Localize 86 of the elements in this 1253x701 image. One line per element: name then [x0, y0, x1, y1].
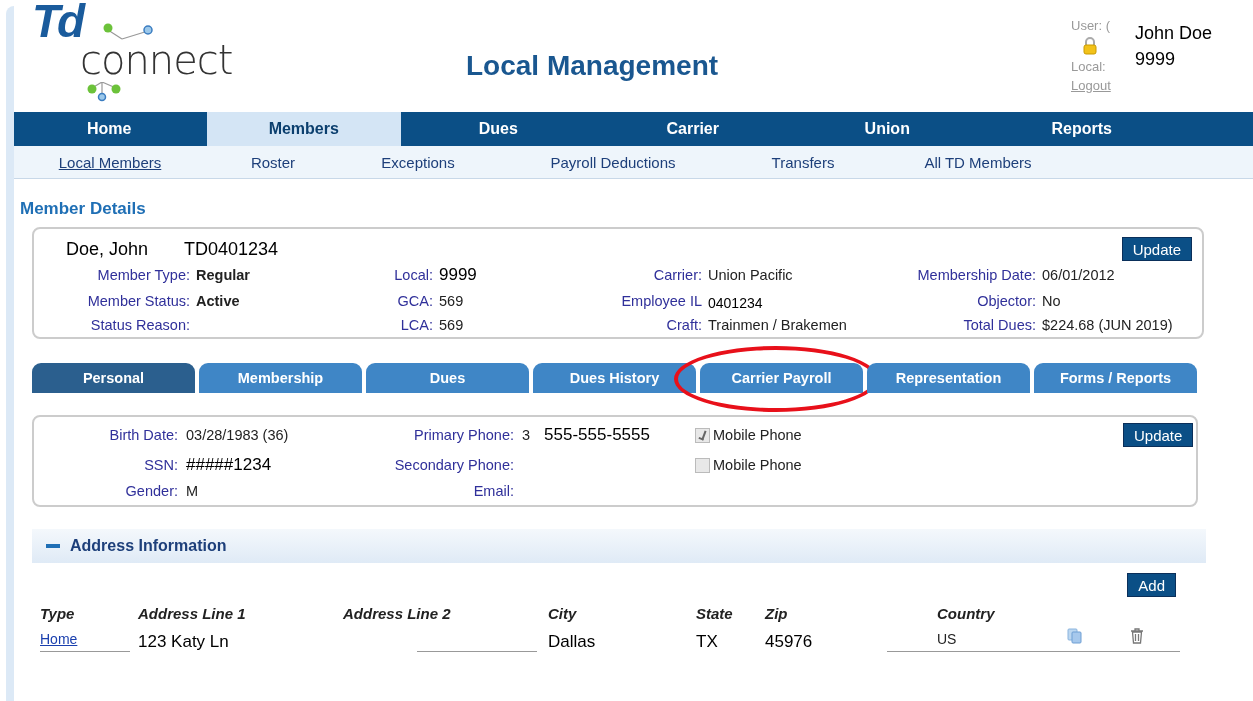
subnav-link[interactable]: Roster — [208, 146, 338, 178]
field-value: Union Pacific — [708, 267, 794, 283]
field-value: 3 — [522, 427, 531, 443]
table-cell: US — [887, 631, 1067, 652]
table-cell-text: 123 Katy Ln — [138, 632, 230, 652]
field-value: Active — [196, 293, 241, 309]
tab[interactable]: Dues — [366, 363, 529, 393]
page-title: Local Management — [466, 50, 720, 82]
subnav-link[interactable]: Transfers — [728, 146, 878, 178]
field-label: Local: — [393, 267, 433, 283]
field-label: GCA: — [396, 293, 433, 309]
field-label: Email: — [472, 483, 514, 499]
field-value: 06/01/2012 — [1042, 267, 1116, 283]
field-label: Status Reason: — [89, 317, 190, 333]
field-label: Primary Phone: — [413, 427, 514, 443]
field-label: Member Type: — [96, 267, 190, 283]
field-value: #####1234 — [186, 455, 273, 475]
nav-tab[interactable]: Home — [12, 112, 207, 146]
field-value: Regular — [196, 267, 251, 283]
subnav-link[interactable]: Local Members — [12, 146, 208, 178]
lock-icon — [1083, 37, 1097, 55]
checkbox-label: Mobile Phone — [713, 427, 802, 443]
field-label: Objector: — [976, 293, 1036, 309]
checkbox[interactable] — [695, 457, 710, 473]
tab[interactable]: Personal — [32, 363, 195, 393]
logo-text: Td — [32, 0, 83, 44]
add-button[interactable]: Add — [1127, 573, 1176, 597]
copy-icon[interactable] — [1067, 628, 1083, 644]
field-label: Secondary Phone: — [393, 457, 514, 473]
field-value: $224.68 (JUN 2019) — [1042, 317, 1174, 333]
field-label: Total Dues: — [962, 317, 1036, 333]
update-button[interactable]: Update — [1121, 237, 1192, 261]
field-label: Carrier: — [652, 267, 702, 283]
nav-tab[interactable]: Union — [790, 112, 985, 146]
field-label: Member Status: — [86, 293, 190, 309]
subnav-link[interactable]: All TD Members — [878, 146, 1078, 178]
field-value: 9999 — [439, 265, 478, 285]
field-label: LCA: — [399, 317, 433, 333]
nav-tab[interactable]: Dues — [401, 112, 596, 146]
column-header: Address Line 1 — [138, 605, 247, 622]
checkbox[interactable] — [695, 427, 710, 443]
field-label: Gender: — [124, 483, 178, 499]
table-cell-text: Dallas — [548, 632, 597, 652]
field-value: No — [1042, 293, 1062, 309]
field-value: M — [186, 483, 200, 499]
table-cell-text: 45976 — [765, 632, 814, 652]
nav-tab[interactable]: Members — [206, 112, 401, 146]
member-name: Doe, John — [66, 238, 150, 260]
tab[interactable]: Dues History — [533, 363, 696, 393]
member-id: TD0401234 — [184, 238, 280, 260]
column-header: Country — [937, 605, 996, 622]
subnav-link[interactable]: Payroll Deductions — [498, 146, 728, 178]
checkbox-label: Mobile Phone — [713, 457, 802, 473]
tab[interactable]: Membership — [199, 363, 362, 393]
update-button[interactable]: Update — [1123, 423, 1194, 447]
nav-tab[interactable]: Reports — [984, 112, 1179, 146]
field-value: Trainmen / Brakemen — [708, 317, 848, 333]
field-label: Craft: — [665, 317, 702, 333]
field-label: SSN: — [143, 457, 178, 473]
column-header: Zip — [765, 605, 789, 622]
tab[interactable]: Carrier Payroll — [700, 363, 863, 393]
nav-tab[interactable]: Carrier — [595, 112, 790, 146]
user-label: User: ( — [1071, 18, 1110, 33]
tab[interactable]: Forms / Reports — [1034, 363, 1197, 393]
trash-icon[interactable] — [1130, 628, 1144, 644]
local-number: 9999 — [1135, 48, 1177, 71]
field-label: Birth Date: — [108, 427, 178, 443]
column-header: State — [696, 605, 734, 622]
type-link[interactable]: Home — [40, 631, 78, 647]
column-header: Address Line 2 — [343, 605, 452, 622]
section-title: Address Information — [70, 537, 227, 555]
tab[interactable]: Representation — [867, 363, 1030, 393]
column-header: Type — [40, 605, 76, 622]
local-label: Local: — [1071, 59, 1106, 74]
field-label: Membership Date: — [916, 267, 1036, 283]
subnav-link[interactable]: Exceptions — [338, 146, 498, 178]
column-header: City — [548, 605, 578, 622]
field-value: 569 — [439, 317, 465, 333]
field-value: 569 — [439, 293, 465, 309]
logo-text: connect — [80, 40, 233, 80]
user-name: John Doe — [1135, 22, 1213, 45]
table-cell-text: TX — [696, 632, 719, 652]
field-value: 03/28/1983 (36) — [186, 427, 290, 443]
field-value: 0401234 — [708, 294, 764, 311]
section-heading: Member Details — [20, 199, 147, 219]
field-label: Employee IL — [620, 293, 702, 309]
